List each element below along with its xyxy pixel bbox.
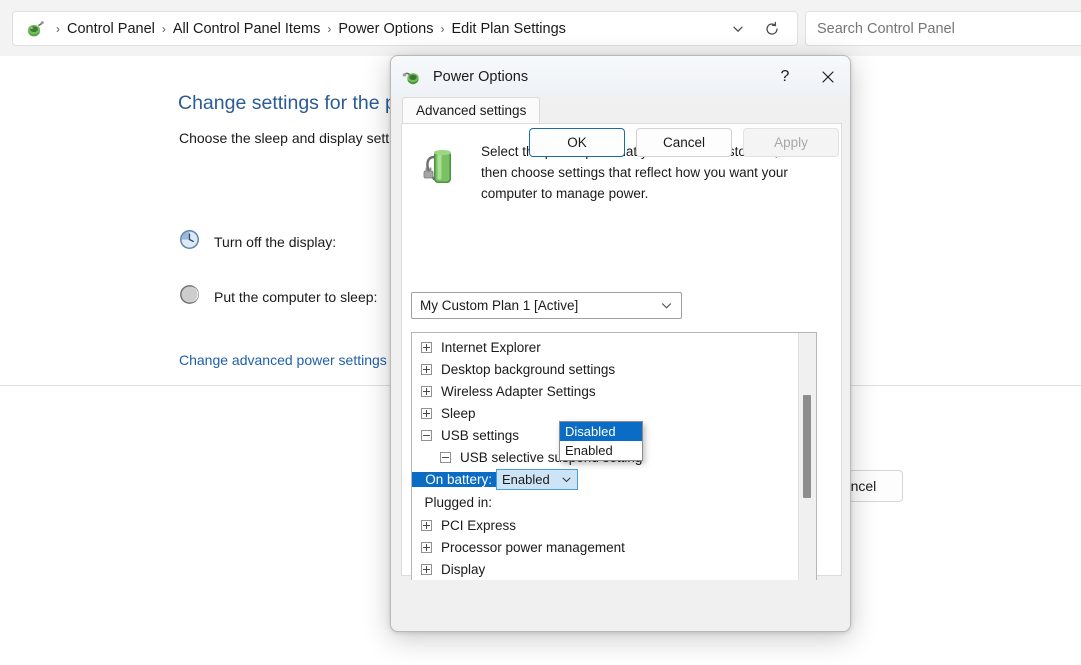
breadcrumb-separator: › <box>161 21 166 36</box>
chevron-down-icon <box>561 474 572 485</box>
dropdown-option-enabled[interactable]: Enabled <box>560 441 642 460</box>
dropdown-option-disabled[interactable]: Disabled <box>560 422 642 441</box>
dialog-tabstrip: Advanced settings <box>391 97 850 123</box>
setting-row-put-computer-to-sleep: Put the computer to sleep: <box>178 283 377 311</box>
apply-button[interactable]: Apply <box>743 128 839 157</box>
tree-item-desktop-background-settings[interactable]: Desktop background settings <box>412 358 800 380</box>
refresh-icon[interactable] <box>755 14 789 44</box>
breadcrumb[interactable]: › Control Panel › All Control Panel Item… <box>12 11 798 46</box>
power-plug-icon <box>402 67 422 87</box>
chevron-down-icon[interactable] <box>721 14 755 44</box>
breadcrumb-item-edit-plan-settings[interactable]: Edit Plan Settings <box>451 21 565 37</box>
tree-item-label: USB settings <box>441 427 520 443</box>
address-bar-row: › Control Panel › All Control Panel Item… <box>0 0 1081 56</box>
moon-sleep-icon <box>178 283 201 311</box>
collapse-minus-icon[interactable] <box>440 451 451 463</box>
breadcrumb-separator: › <box>440 21 445 36</box>
setting-label-turn-off-display: Turn off the display: <box>214 234 337 250</box>
tree-item-wireless-adapter-settings[interactable]: Wireless Adapter Settings <box>412 380 800 402</box>
tree-item-label: Sleep <box>441 405 476 421</box>
plugged-in-combobox[interactable] <box>496 492 578 513</box>
tree-list: Internet Explorer Desktop background set… <box>412 333 800 593</box>
expand-plus-icon[interactable] <box>421 541 432 553</box>
search-placeholder: Search Control Panel <box>817 20 955 37</box>
vertical-scrollbar[interactable] <box>798 333 816 593</box>
help-button[interactable]: ? <box>765 56 805 97</box>
cancel-button[interactable]: Cancel <box>636 128 732 157</box>
on-battery-combobox[interactable]: Enabled <box>496 469 578 490</box>
on-battery-dropdown-popup[interactable]: Disabled Enabled <box>559 421 643 461</box>
scrollbar-thumb[interactable] <box>803 395 811 498</box>
collapse-minus-icon[interactable] <box>421 429 432 441</box>
setting-label-put-computer-to-sleep: Put the computer to sleep: <box>214 289 378 305</box>
expand-plus-icon[interactable] <box>421 341 432 353</box>
breadcrumb-separator: › <box>56 21 60 36</box>
close-icon[interactable] <box>805 56 850 97</box>
expand-plus-icon[interactable] <box>421 385 432 397</box>
breadcrumb-item-all-control-panel-items[interactable]: All Control Panel Items <box>173 21 320 37</box>
value-label-plugged-in: Plugged in: <box>424 495 492 510</box>
power-plan-select-value: My Custom Plan 1 [Active] <box>420 298 579 313</box>
battery-plug-icon <box>421 143 463 191</box>
page-subtitle: Choose the sleep and display settings <box>179 130 415 146</box>
tree-item-label: Wireless Adapter Settings <box>441 383 596 399</box>
chevron-down-icon <box>660 299 673 312</box>
power-options-dialog: Power Options ? Advanced settings Select… <box>390 55 851 632</box>
clock-display-icon <box>178 228 201 256</box>
dialog-title: Power Options <box>433 68 529 85</box>
tree-item-processor-power-management[interactable]: Processor power management <box>412 536 800 558</box>
setting-row-turn-off-display: Turn off the display: <box>178 228 336 256</box>
value-row-plugged-in[interactable]: Plugged in: <box>412 491 800 514</box>
value-row-on-battery[interactable]: On battery: Enabled <box>412 468 800 491</box>
on-battery-combobox-value: Enabled <box>502 472 550 487</box>
control-panel-icon <box>25 19 45 39</box>
dialog-button-bar <box>391 580 850 631</box>
page-title: Change settings for the plan <box>178 92 422 114</box>
advanced-settings-tree[interactable]: Internet Explorer Desktop background set… <box>411 332 817 594</box>
value-label-on-battery: On battery: <box>412 472 496 487</box>
expand-plus-icon[interactable] <box>421 519 432 531</box>
tree-item-label: PCI Express <box>441 517 517 533</box>
breadcrumb-separator: › <box>327 21 332 36</box>
expand-plus-icon[interactable] <box>421 407 432 419</box>
tree-item-label: Desktop background settings <box>441 361 616 377</box>
search-input[interactable]: Search Control Panel <box>805 11 1081 46</box>
dialog-titlebar: Power Options ? <box>391 56 850 97</box>
ok-button[interactable]: OK <box>529 128 625 157</box>
tree-item-display[interactable]: Display <box>412 558 800 580</box>
breadcrumb-item-control-panel[interactable]: Control Panel <box>67 21 155 37</box>
breadcrumb-item-power-options[interactable]: Power Options <box>338 21 433 37</box>
power-plan-select[interactable]: My Custom Plan 1 [Active] <box>411 292 682 319</box>
tree-item-pci-express[interactable]: PCI Express <box>412 514 800 536</box>
tree-item-label: Processor power management <box>441 539 625 555</box>
tree-item-label: Internet Explorer <box>441 339 541 355</box>
tree-item-internet-explorer[interactable]: Internet Explorer <box>412 336 800 358</box>
tree-item-label: Display <box>441 561 486 577</box>
expand-plus-icon[interactable] <box>421 363 432 375</box>
change-advanced-power-settings-link[interactable]: Change advanced power settings <box>179 352 387 368</box>
advanced-settings-panel: Select the power plan that you want to c… <box>401 123 842 630</box>
tab-advanced-settings[interactable]: Advanced settings <box>402 97 541 123</box>
expand-plus-icon[interactable] <box>421 563 432 575</box>
